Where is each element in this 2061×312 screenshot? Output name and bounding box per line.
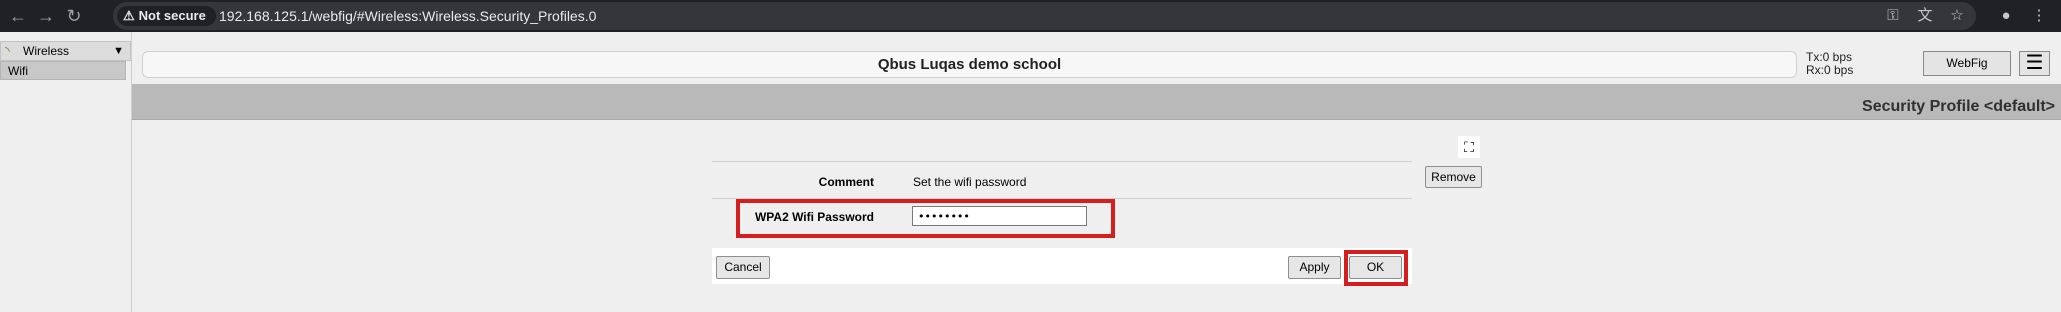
bookmark-star-icon[interactable]: ☆	[1946, 5, 1968, 27]
sidebar: ◝ Wireless ▼ Wifi	[0, 32, 132, 312]
sidebar-item-wifi[interactable]: Wifi	[0, 61, 126, 80]
comment-label: Comment	[818, 175, 874, 189]
highlight-ok-button	[1344, 250, 1408, 286]
hamburger-menu-icon[interactable]: ☰	[2019, 51, 2050, 76]
traffic-stats: Tx:0 bps Rx:0 bps	[1806, 51, 1853, 77]
webfig-button[interactable]: WebFig	[1923, 51, 2011, 76]
apply-button[interactable]: Apply	[1288, 256, 1341, 279]
router-identity-title: Qbus Luqas demo school	[142, 51, 1797, 78]
back-icon[interactable]: ←	[6, 4, 30, 28]
comment-value: Set the wifi password	[913, 175, 1027, 189]
forward-icon[interactable]: →	[34, 4, 58, 28]
warning-icon: ⚠	[123, 8, 135, 23]
reload-icon[interactable]: ↻	[62, 4, 86, 28]
page-title: Security Profile <default>	[1862, 98, 2055, 115]
cancel-button[interactable]: Cancel	[716, 256, 770, 279]
dropdown-arrow-icon[interactable]: ▼	[113, 42, 124, 60]
security-chip[interactable]: ⚠ Not secure	[117, 6, 216, 26]
remove-button[interactable]: Remove	[1425, 166, 1482, 188]
translate-icon[interactable]: 文	[1914, 5, 1936, 27]
browser-toolbar: ← → ↻ ⚠ Not secure 192.168.125.1/webfig/…	[0, 0, 2061, 32]
rx-rate: Rx:0 bps	[1806, 63, 1854, 77]
url-text[interactable]: 192.168.125.1/webfig/#Wireless:Wireless.…	[219, 6, 596, 26]
security-label: Not secure	[138, 8, 206, 23]
more-menu-icon[interactable]: ⋮	[2028, 5, 2050, 27]
divider	[712, 161, 1412, 162]
highlight-password-row	[736, 199, 1115, 238]
sidebar-menu-wireless[interactable]: ◝ Wireless ▼	[0, 41, 131, 61]
wireless-icon: ◝	[5, 44, 10, 58]
fullscreen-icon[interactable]: ⛶	[1458, 136, 1480, 158]
page-title-bar: Security Profile <default>	[132, 84, 2061, 120]
password-key-icon[interactable]: ⚿	[1882, 5, 1904, 27]
profile-icon[interactable]: ●	[1995, 5, 2017, 27]
sidebar-menu-label: Wireless	[23, 44, 70, 58]
